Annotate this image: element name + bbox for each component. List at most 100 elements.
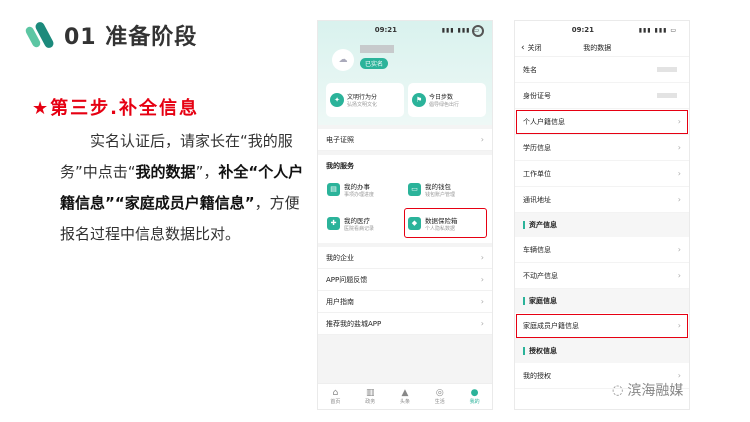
tab-label: 头条 — [399, 399, 410, 405]
card-title: 文明行为分 — [347, 94, 378, 101]
chevron-right-icon: › — [677, 117, 681, 126]
chevron-right-icon: › — [677, 245, 681, 254]
tab-bar: ⌂ 首页 ▥ 政务 ▲ 头条 ◎ 生活 ● 我的 — [318, 383, 492, 409]
steps-icon: ⚑ — [412, 93, 426, 107]
step-title: ★第三步.补全信息 — [32, 98, 199, 119]
tab-home[interactable]: ⌂ 首页 — [318, 384, 353, 409]
chevron-right-icon: › — [677, 321, 681, 330]
tab-label: 首页 — [330, 399, 341, 405]
header: 01 准备阶段 — [24, 18, 198, 52]
row-label: 姓名 — [523, 65, 537, 74]
status-time: 09:21 — [571, 26, 594, 34]
tab-me[interactable]: ● 我的 — [457, 384, 492, 409]
page-title: 01 准备阶段 — [64, 25, 198, 50]
service-sub: 个人隐私数据 — [425, 225, 456, 232]
news-icon: ▲ — [401, 388, 409, 398]
home-icon: ⌂ — [332, 388, 339, 398]
service-sub: 事项办理进度 — [344, 191, 375, 198]
row-vehicle[interactable]: 车辆信息 › — [515, 237, 689, 263]
row-label: 用户指南 — [326, 297, 354, 306]
chevron-right-icon: › — [480, 319, 484, 328]
status-bar: 09:21 ▮▮▮ ▮▮▮ ▭ — [318, 21, 492, 39]
row-personal-household[interactable]: 个人户籍信息 › — [515, 109, 689, 135]
gov-icon: ▥ — [365, 388, 375, 398]
avatar[interactable]: ☁ — [332, 49, 354, 71]
row-label: 推荐我的盐城APP — [326, 319, 382, 328]
service-sub: 医院看病记录 — [344, 225, 375, 232]
service-my-medical[interactable]: ✚ 我的医疗 医院看病记录 — [324, 209, 405, 237]
chevron-right-icon: › — [677, 143, 681, 152]
tab-news[interactable]: ▲ 头条 — [388, 384, 423, 409]
tab-label: 政务 — [365, 399, 376, 405]
para-text-2: ”， — [195, 163, 219, 181]
instruction-paragraph: 实名认证后，请家长在“我的服务”中点击“我的数据”，补全“个人户籍信息”“家庭成… — [60, 126, 305, 250]
civility-icon: ✦ — [330, 93, 344, 107]
service-data-safe[interactable]: ◆ 数据保险箱 个人隐私数据 — [404, 208, 487, 238]
nav-title: 我的数据 — [583, 43, 612, 52]
back-icon[interactable]: ‹ — [521, 43, 525, 53]
service-title: 我的医疗 — [344, 216, 370, 225]
service-title: 数据保险箱 — [425, 216, 458, 225]
phone-my-data-page: 09:21 ▮▮▮ ▮▮▮ ▭ ‹ 关闭 我的数据 姓名 身份证号 个人户籍信息… — [514, 20, 690, 410]
phone-my-page: 09:21 ▮▮▮ ▮▮▮ ▭ ☁ 已实名 ✦ 文明行为分 弘扬文明文化 ⚑ 今日… — [317, 20, 493, 410]
brand-logo-icon — [24, 18, 56, 52]
list-item-e-license[interactable]: 电子证照 › — [318, 129, 492, 151]
status-bar: 09:21 ▮▮▮ ▮▮▮ ▭ — [515, 21, 689, 39]
verified-badge: 已实名 — [360, 58, 389, 69]
close-button[interactable]: 关闭 — [528, 43, 542, 53]
chevron-right-icon: › — [480, 135, 484, 144]
service-title: 我的办事 — [344, 182, 370, 191]
row-id-number[interactable]: 身份证号 — [515, 83, 689, 109]
list-item-my-enterprise[interactable]: 我的企业 › — [318, 247, 492, 269]
card-sub: 倡导绿色出行 — [429, 102, 460, 108]
group-label: 家庭信息 — [529, 297, 557, 305]
row-address[interactable]: 通讯地址 › — [515, 187, 689, 213]
row-family-household[interactable]: 家庭成员户籍信息 › — [515, 313, 689, 339]
blurred-value — [657, 93, 677, 98]
row-label: 我的授权 — [523, 371, 551, 380]
row-name[interactable]: 姓名 — [515, 57, 689, 83]
row-employer[interactable]: 工作单位 › — [515, 161, 689, 187]
row-label: 家庭成员户籍信息 — [523, 321, 579, 330]
wechat-icon: ◌ — [612, 382, 624, 398]
row-real-estate[interactable]: 不动产信息 › — [515, 263, 689, 289]
username-blurred — [360, 45, 394, 53]
list-item-feedback[interactable]: APP问题反馈 › — [318, 269, 492, 291]
service-title: 我的钱包 — [425, 182, 451, 191]
wallet-icon: ▭ — [408, 182, 421, 196]
row-label: 学历信息 — [523, 143, 551, 152]
row-education[interactable]: 学历信息 › — [515, 135, 689, 161]
group-accent — [523, 221, 525, 229]
medical-icon: ✚ — [327, 216, 340, 230]
nav-bar: ‹ 关闭 我的数据 — [515, 39, 689, 57]
chevron-right-icon: › — [480, 275, 484, 284]
gear-icon[interactable] — [472, 25, 484, 37]
tab-life[interactable]: ◎ 生活 — [422, 384, 457, 409]
row-label: 电子证照 — [326, 135, 354, 144]
chevron-right-icon: › — [677, 271, 681, 280]
list-item-user-guide[interactable]: 用户指南 › — [318, 291, 492, 313]
row-label: APP问题反馈 — [326, 275, 368, 284]
row-label: 不动产信息 — [523, 271, 558, 280]
tab-gov[interactable]: ▥ 政务 — [353, 384, 388, 409]
civility-score-card[interactable]: ✦ 文明行为分 弘扬文明文化 — [326, 83, 404, 117]
card-sub: 弘扬文明文化 — [347, 102, 378, 108]
services-heading: 我的服务 — [326, 162, 354, 170]
affairs-icon: ▤ — [327, 182, 340, 196]
chevron-right-icon: › — [677, 169, 681, 178]
list-item-recommend[interactable]: 推荐我的盐城APP › — [318, 313, 492, 335]
safe-icon: ◆ — [408, 216, 421, 230]
life-icon: ◎ — [435, 388, 444, 398]
row-label: 我的企业 — [326, 253, 354, 262]
steps-card[interactable]: ⚑ 今日步数 倡导绿色出行 — [408, 83, 486, 117]
watermark: ◌ 滨海融媒 — [612, 380, 683, 400]
chevron-right-icon: › — [677, 195, 681, 204]
tab-label: 生活 — [434, 399, 445, 405]
card-title: 今日步数 — [429, 94, 454, 101]
service-my-wallet[interactable]: ▭ 我的钱包 钱包账户管理 — [405, 175, 486, 203]
row-label: 身份证号 — [523, 91, 551, 100]
me-icon: ● — [470, 388, 479, 398]
group-accent — [523, 297, 525, 305]
chevron-right-icon: › — [480, 253, 484, 262]
service-my-affairs[interactable]: ▤ 我的办事 事项办理进度 — [324, 175, 405, 203]
